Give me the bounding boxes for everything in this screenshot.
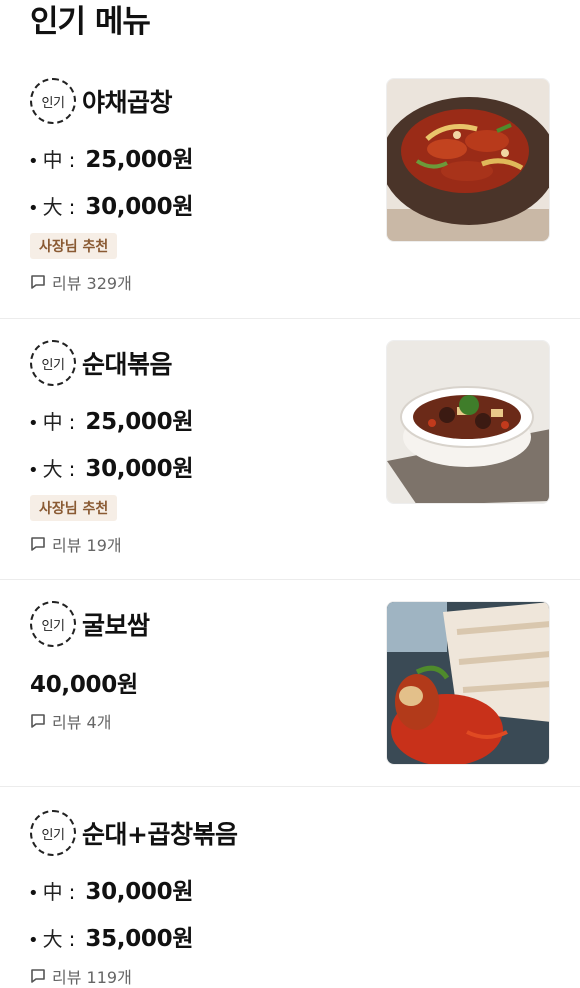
review-count: 리뷰 119개 bbox=[30, 964, 132, 988]
menu-image bbox=[386, 601, 550, 765]
comment-icon bbox=[31, 537, 45, 551]
size-label: 大 bbox=[42, 927, 63, 951]
menu-image bbox=[386, 340, 550, 504]
size-label: 中 bbox=[42, 410, 63, 434]
price: 25,000원 bbox=[85, 409, 194, 435]
review-text: 리뷰 119개 bbox=[52, 968, 132, 987]
review-text: 리뷰 329개 bbox=[52, 274, 132, 293]
recommend-tag: 사장님 추천 bbox=[30, 233, 118, 259]
menu-item[interactable]: 인기 순대+곱창볶음 • 中 : 30,000원 • 大 : 35,000원 리… bbox=[0, 786, 580, 988]
menu-image bbox=[386, 78, 550, 242]
price: 30,000원 bbox=[85, 456, 194, 482]
comment-icon bbox=[31, 275, 45, 289]
menu-name: 순대볶음 bbox=[82, 350, 173, 379]
size-label: 大 bbox=[42, 457, 63, 481]
popular-badge-icon: 인기 bbox=[30, 78, 76, 124]
size-label: 中 bbox=[42, 148, 63, 172]
size-label: 大 bbox=[42, 195, 63, 219]
section-title: 인기 메뉴 bbox=[30, 4, 151, 40]
menu-item[interactable]: 인기 굴보쌈 40,000원 리뷰 4개 bbox=[0, 579, 580, 787]
review-text: 리뷰 19개 bbox=[52, 536, 122, 555]
menu-name: 순대+곱창볶음 bbox=[82, 820, 238, 849]
price: 35,000원 bbox=[85, 926, 194, 952]
menu-name: 굴보쌈 bbox=[82, 611, 150, 640]
price: 30,000원 bbox=[85, 194, 194, 220]
comment-icon bbox=[31, 969, 45, 983]
comment-icon bbox=[31, 714, 45, 728]
popular-badge-icon: 인기 bbox=[30, 340, 76, 386]
recommend-tag: 사장님 추천 bbox=[30, 495, 118, 521]
review-count: 리뷰 4개 bbox=[30, 709, 111, 733]
price: 40,000원 bbox=[30, 672, 138, 698]
review-text: 리뷰 4개 bbox=[52, 713, 112, 732]
popular-badge-icon: 인기 bbox=[30, 601, 76, 647]
price: 30,000원 bbox=[85, 879, 194, 905]
size-label: 中 bbox=[42, 880, 63, 904]
review-count: 리뷰 19개 bbox=[30, 532, 122, 556]
menu-name: 야채곱창 bbox=[82, 88, 173, 117]
popular-badge-icon: 인기 bbox=[30, 810, 76, 856]
menu-item[interactable]: 인기 순대볶음 • 中 : 25,000원 • 大 : 30,000원 사장님 … bbox=[0, 318, 580, 580]
review-count: 리뷰 329개 bbox=[30, 270, 132, 294]
menu-item[interactable]: 인기 야채곱창 • 中 : 25,000원 • 大 : 30,000원 사장님 … bbox=[0, 56, 580, 319]
price: 25,000원 bbox=[85, 147, 194, 173]
